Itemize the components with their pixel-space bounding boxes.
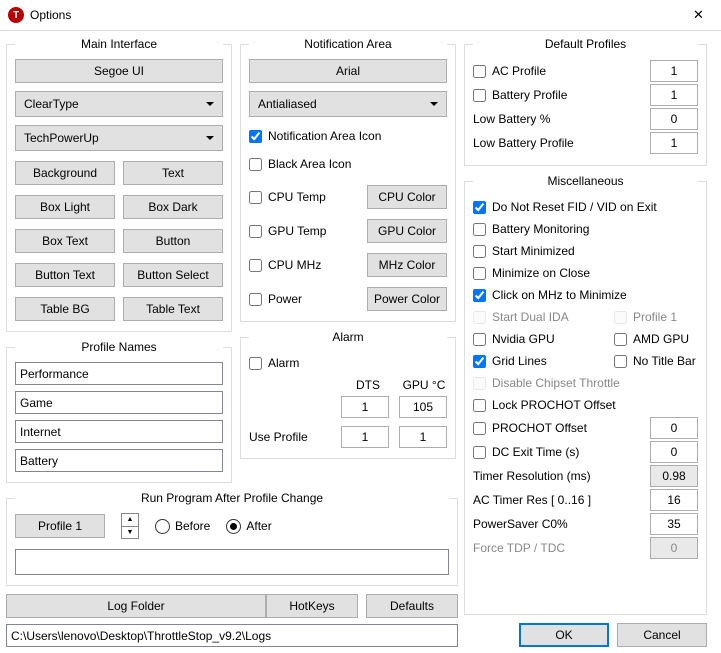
font-button[interactable]: Segoe UI bbox=[15, 59, 223, 83]
cpu-temp-checkbox[interactable]: CPU Temp bbox=[249, 186, 326, 208]
gpu-color-button[interactable]: GPU Color bbox=[367, 219, 447, 243]
alarm-group: Alarm Alarm DTS GPU °C 1 105 Use Profile… bbox=[240, 330, 456, 459]
button-text-button[interactable]: Button Text bbox=[15, 263, 115, 287]
run-program-group: Run Program After Profile Change Profile… bbox=[6, 491, 458, 586]
notif-rendering-select[interactable]: Antialiased bbox=[249, 91, 447, 117]
cpu-color-button[interactable]: CPU Color bbox=[367, 185, 447, 209]
gridlines-checkbox[interactable]: Grid Lines bbox=[473, 350, 604, 372]
dc-exit-value[interactable]: 0 bbox=[650, 441, 698, 463]
gpu-temp-checkbox[interactable]: GPU Temp bbox=[249, 220, 326, 242]
low-battery-profile-value[interactable]: 1 bbox=[650, 132, 698, 154]
cancel-button[interactable]: Cancel bbox=[617, 623, 707, 647]
notif-font-button[interactable]: Arial bbox=[249, 59, 447, 83]
notif-icon-checkbox[interactable]: Notification Area Icon bbox=[249, 125, 447, 147]
ac-profile-checkbox[interactable]: AC Profile bbox=[473, 60, 546, 82]
alarm-dts-input[interactable]: 1 bbox=[341, 396, 389, 418]
prochot-value[interactable]: 0 bbox=[650, 417, 698, 439]
battery-profile-value[interactable]: 1 bbox=[650, 84, 698, 106]
log-folder-button[interactable]: Log Folder bbox=[6, 594, 266, 618]
default-profiles-group: Default Profiles AC Profile1 Battery Pro… bbox=[464, 37, 707, 166]
profile2-input[interactable]: Game bbox=[15, 391, 223, 414]
lock-prochot-checkbox[interactable]: Lock PROCHOT Offset bbox=[473, 394, 698, 416]
use-profile2-input[interactable]: 1 bbox=[399, 426, 447, 448]
button-select-button[interactable]: Button Select bbox=[123, 263, 223, 287]
background-button[interactable]: Background bbox=[15, 161, 115, 185]
force-tdp-value: 0 bbox=[650, 537, 698, 559]
button-button[interactable]: Button bbox=[123, 229, 223, 253]
ac-timer-value[interactable]: 16 bbox=[650, 489, 698, 511]
nvidia-checkbox[interactable]: Nvidia GPU bbox=[473, 328, 604, 350]
amd-checkbox[interactable]: AMD GPU bbox=[614, 328, 698, 350]
mhz-color-button[interactable]: MHz Color bbox=[367, 253, 447, 277]
run-profile-spinner[interactable]: ▲▼ bbox=[121, 513, 139, 539]
power-checkbox[interactable]: Power bbox=[249, 288, 302, 310]
power-color-button[interactable]: Power Color bbox=[367, 287, 447, 311]
profile1-input[interactable]: Performance bbox=[15, 362, 223, 385]
misc-group: Miscellaneous Do Not Reset FID / VID on … bbox=[464, 174, 707, 615]
before-radio[interactable]: Before bbox=[155, 519, 210, 534]
battery-profile-checkbox[interactable]: Battery Profile bbox=[473, 84, 567, 106]
prochot-checkbox[interactable]: PROCHOT Offset bbox=[473, 417, 587, 439]
use-profile1-input[interactable]: 1 bbox=[341, 426, 389, 448]
log-path-input[interactable]: C:\Users\lenovo\Desktop\ThrottleStop_v9.… bbox=[6, 624, 458, 647]
theme-select[interactable]: TechPowerUp bbox=[15, 125, 223, 151]
defaults-button[interactable]: Defaults bbox=[366, 594, 458, 618]
table-text-button[interactable]: Table Text bbox=[123, 297, 223, 321]
black-icon-checkbox[interactable]: Black Area Icon bbox=[249, 153, 447, 175]
box-text-button[interactable]: Box Text bbox=[15, 229, 115, 253]
rendering-select[interactable]: ClearType bbox=[15, 91, 223, 117]
notification-area-group: Notification Area Arial Antialiased Noti… bbox=[240, 37, 456, 322]
after-radio[interactable]: After bbox=[226, 519, 271, 534]
dual-ida-checkbox: Start Dual IDA bbox=[473, 306, 604, 328]
app-icon: T bbox=[8, 7, 24, 23]
alarm-checkbox[interactable]: Alarm bbox=[249, 352, 447, 374]
no-reset-checkbox[interactable]: Do Not Reset FID / VID on Exit bbox=[473, 196, 698, 218]
profile1-checkbox: Profile 1 bbox=[614, 306, 698, 328]
profile3-input[interactable]: Internet bbox=[15, 420, 223, 443]
hotkeys-button[interactable]: HotKeys bbox=[266, 594, 358, 618]
minimize-close-checkbox[interactable]: Minimize on Close bbox=[473, 262, 698, 284]
cpu-mhz-checkbox[interactable]: CPU MHz bbox=[249, 254, 321, 276]
no-title-checkbox[interactable]: No Title Bar bbox=[614, 350, 698, 372]
profile-names-group: Profile Names Performance Game Internet … bbox=[6, 340, 232, 483]
powersaver-value[interactable]: 35 bbox=[650, 513, 698, 535]
start-minimized-checkbox[interactable]: Start Minimized bbox=[473, 240, 698, 262]
ac-profile-value[interactable]: 1 bbox=[650, 60, 698, 82]
window-title: Options bbox=[30, 8, 676, 22]
close-button[interactable]: ✕ bbox=[676, 0, 721, 30]
main-interface-group: Main Interface Segoe UI ClearType TechPo… bbox=[6, 37, 232, 332]
click-mhz-checkbox[interactable]: Click on MHz to Minimize bbox=[473, 284, 698, 306]
run-path-input[interactable] bbox=[15, 549, 449, 575]
text-button[interactable]: Text bbox=[123, 161, 223, 185]
dc-exit-checkbox[interactable]: DC Exit Time (s) bbox=[473, 441, 579, 463]
table-bg-button[interactable]: Table BG bbox=[15, 297, 115, 321]
box-dark-button[interactable]: Box Dark bbox=[123, 195, 223, 219]
low-battery-pct-value[interactable]: 0 bbox=[650, 108, 698, 130]
battery-monitoring-checkbox[interactable]: Battery Monitoring bbox=[473, 218, 698, 240]
box-light-button[interactable]: Box Light bbox=[15, 195, 115, 219]
profile4-input[interactable]: Battery bbox=[15, 449, 223, 472]
run-profile-button[interactable]: Profile 1 bbox=[15, 514, 105, 538]
timer-res-value: 0.98 bbox=[650, 465, 698, 487]
alarm-gpu-input[interactable]: 105 bbox=[399, 396, 447, 418]
title-bar: T Options ✕ bbox=[0, 0, 721, 31]
chipset-throttle-checkbox: Disable Chipset Throttle bbox=[473, 372, 698, 394]
ok-button[interactable]: OK bbox=[519, 623, 609, 647]
